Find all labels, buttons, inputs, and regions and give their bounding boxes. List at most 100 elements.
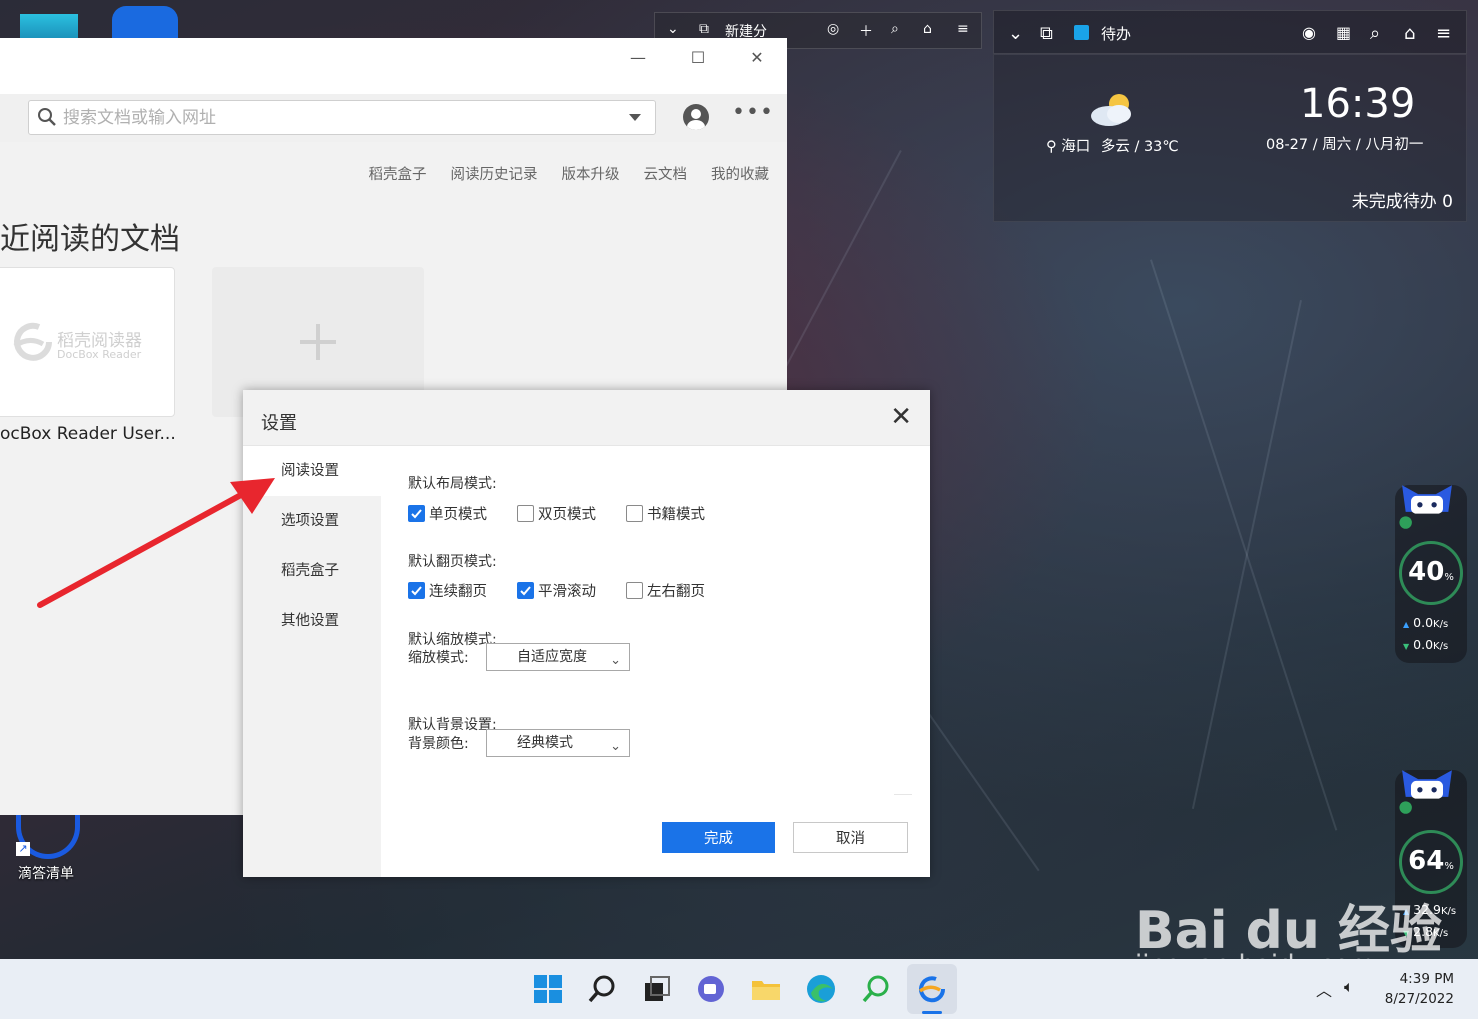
checkbox-continuous[interactable]: 连续翻页 [408, 580, 487, 601]
windows-start-icon[interactable] [532, 973, 564, 1005]
background-select[interactable]: 经典模式 ⌄ [486, 729, 630, 757]
more-options-icon[interactable]: ••• [732, 100, 774, 125]
desktop-icon-shield[interactable] [112, 6, 178, 40]
checkbox-single-page[interactable]: 单页模式 [408, 503, 487, 524]
active-app-indicator [922, 1011, 942, 1014]
background-row: 背景颜色: 经典模式 ⌄ [408, 729, 630, 757]
settings-dialog: 设置 ✕ 阅读设置 选项设置 稻壳盒子 其他设置 默认布局模式: 单页模式 双页… [243, 390, 930, 877]
weather-city: 海口 [1061, 139, 1091, 155]
speaker-icon[interactable]: 🔈︎ [1344, 977, 1354, 997]
chevron-up-icon[interactable]: ︿ [1316, 977, 1332, 1001]
wallpaper-streak [1150, 259, 1338, 831]
mascot-icon [1399, 485, 1452, 529]
checkbox-book-mode[interactable]: 书籍模式 [626, 503, 705, 524]
shortcut-arrow-icon: ↗ [16, 842, 30, 856]
search-box[interactable] [28, 100, 656, 135]
download-speed: ▼ 0.0K/s [1403, 637, 1449, 652]
close-button[interactable]: ✕ [737, 46, 777, 70]
plus-icon[interactable]: ＋ [859, 21, 873, 41]
docbox-logo-icon [13, 322, 52, 361]
search-icon[interactable] [587, 973, 619, 1005]
user-icon[interactable]: ◎ [827, 21, 839, 37]
page-turn-options: 连续翻页 平滑滚动 左右翻页 [408, 580, 735, 601]
zoom-field-label: 缩放模式: [408, 650, 469, 666]
desktop-icon-partial[interactable] [20, 14, 78, 40]
clock-time: 16:39 [1300, 81, 1416, 127]
nav-link-daoke-box[interactable]: 稻壳盒子 [369, 163, 427, 184]
zoom-mode-select[interactable]: 自适应宽度 ⌄ [486, 643, 630, 671]
checkbox-box[interactable] [408, 505, 425, 522]
teams-chat-icon[interactable] [695, 973, 727, 1005]
clock-date: 08-27 / 周六 / 八月初一 [1266, 137, 1424, 153]
card-logo-subtitle: DocBox Reader [57, 348, 142, 361]
checkbox-box[interactable] [626, 505, 643, 522]
desktop-icon-label[interactable]: 滴答清单 [18, 863, 74, 883]
checkbox-left-right[interactable]: 左右翻页 [626, 580, 705, 601]
search-input[interactable] [63, 105, 623, 131]
recent-doc-card[interactable]: 稻壳阅读器 DocBox Reader [0, 267, 175, 417]
docbox-reader-taskbar-icon[interactable] [916, 973, 948, 1005]
system-clock[interactable]: 4:39 PM 8/27/2022 [1385, 969, 1454, 1009]
menu-icon[interactable]: ≡ [957, 21, 969, 37]
todo-check-icon [1074, 25, 1089, 40]
divider [894, 794, 912, 795]
todo-pending-count[interactable]: 未完成待办 0 [1352, 187, 1453, 212]
speed-monitor-1[interactable]: 40% ▲ 0.0K/s ▼ 0.0K/s [1395, 485, 1467, 663]
zoom-select-value: 自适应宽度 [517, 649, 587, 665]
file-explorer-icon[interactable] [750, 973, 782, 1005]
account-avatar-button[interactable] [683, 104, 709, 130]
recent-doc-name[interactable]: ocBox Reader User... [0, 424, 176, 444]
nav-link-favorites[interactable]: 我的收藏 [711, 163, 769, 184]
todo-tab[interactable]: 待办 [1101, 23, 1131, 44]
user-icon[interactable]: ◉ [1302, 23, 1316, 42]
maximize-button[interactable]: ☐ [678, 46, 718, 70]
minimize-button[interactable]: — [618, 46, 658, 70]
checkbox-smooth-scroll[interactable]: 平滑滚动 [517, 580, 596, 601]
chevron-down-icon: ⌄ [610, 739, 621, 754]
dialog-title: 设置 [261, 413, 297, 434]
nav-link-cloud-docs[interactable]: 云文档 [644, 163, 688, 184]
layout-mode-options: 单页模式 双页模式 书籍模式 [408, 503, 735, 524]
edge-browser-icon[interactable] [805, 973, 837, 1005]
checkbox-box[interactable] [408, 582, 425, 599]
desktop-widget-header: ⌄ ⧉ 待办 ◉ ▦ ⌕ ⌂ ≡ [993, 10, 1467, 54]
upload-speed: ▲ 0.0K/s [1403, 615, 1449, 630]
checkbox-box[interactable] [517, 505, 534, 522]
recent-docs-title: 近阅读的文档 [0, 222, 180, 257]
search-app-icon[interactable] [860, 973, 892, 1005]
nav-link-upgrade[interactable]: 版本升级 [562, 163, 620, 184]
toolbar: ••• [0, 94, 787, 142]
cancel-button[interactable]: 取消 [793, 822, 908, 853]
search-icon [38, 108, 56, 126]
shirt-icon[interactable]: ⌂ [923, 21, 932, 37]
calendar-icon[interactable]: ▦ [1336, 23, 1351, 42]
weather-condition: 多云 / 33℃ [1100, 139, 1179, 155]
done-button[interactable]: 完成 [662, 822, 775, 853]
settings-body: 默认布局模式: 单页模式 双页模式 书籍模式 默认翻页模式: 连续翻页 平滑滚动… [381, 446, 930, 877]
background-select-value: 经典模式 [517, 735, 573, 751]
chevron-down-icon[interactable]: ⌄ [667, 21, 679, 37]
nav-link-history[interactable]: 阅读历史记录 [451, 163, 538, 184]
layout-icon[interactable]: ⧉ [699, 21, 709, 37]
upload-arrow-icon: ▲ [1403, 620, 1410, 629]
chevron-down-icon[interactable]: ⌄ [1008, 23, 1023, 44]
close-icon[interactable]: ✕ [890, 402, 912, 432]
annotation-arrow [37, 478, 275, 608]
menu-icon[interactable]: ≡ [1436, 23, 1451, 44]
wallpaper-streak [1191, 300, 1302, 810]
dropdown-arrow-icon[interactable] [629, 114, 641, 121]
partly-cloudy-icon [1091, 94, 1131, 126]
layout-mode-label: 默认布局模式: [408, 476, 497, 492]
location-pin-icon: ⚲ [1046, 139, 1057, 155]
gauge-percent: 64% [1408, 846, 1454, 876]
search-icon[interactable]: ⌕ [891, 21, 899, 37]
checkbox-box[interactable] [626, 582, 643, 599]
shirt-icon[interactable]: ⌂ [1404, 23, 1415, 44]
checkbox-double-page[interactable]: 双页模式 [517, 503, 596, 524]
layout-icon[interactable]: ⧉ [1040, 23, 1053, 44]
task-view-icon[interactable] [641, 973, 673, 1005]
plus-icon [316, 324, 320, 360]
zoom-mode-row: 缩放模式: 自适应宽度 ⌄ [408, 643, 630, 671]
search-icon[interactable]: ⌕ [1370, 23, 1380, 44]
checkbox-box[interactable] [517, 582, 534, 599]
